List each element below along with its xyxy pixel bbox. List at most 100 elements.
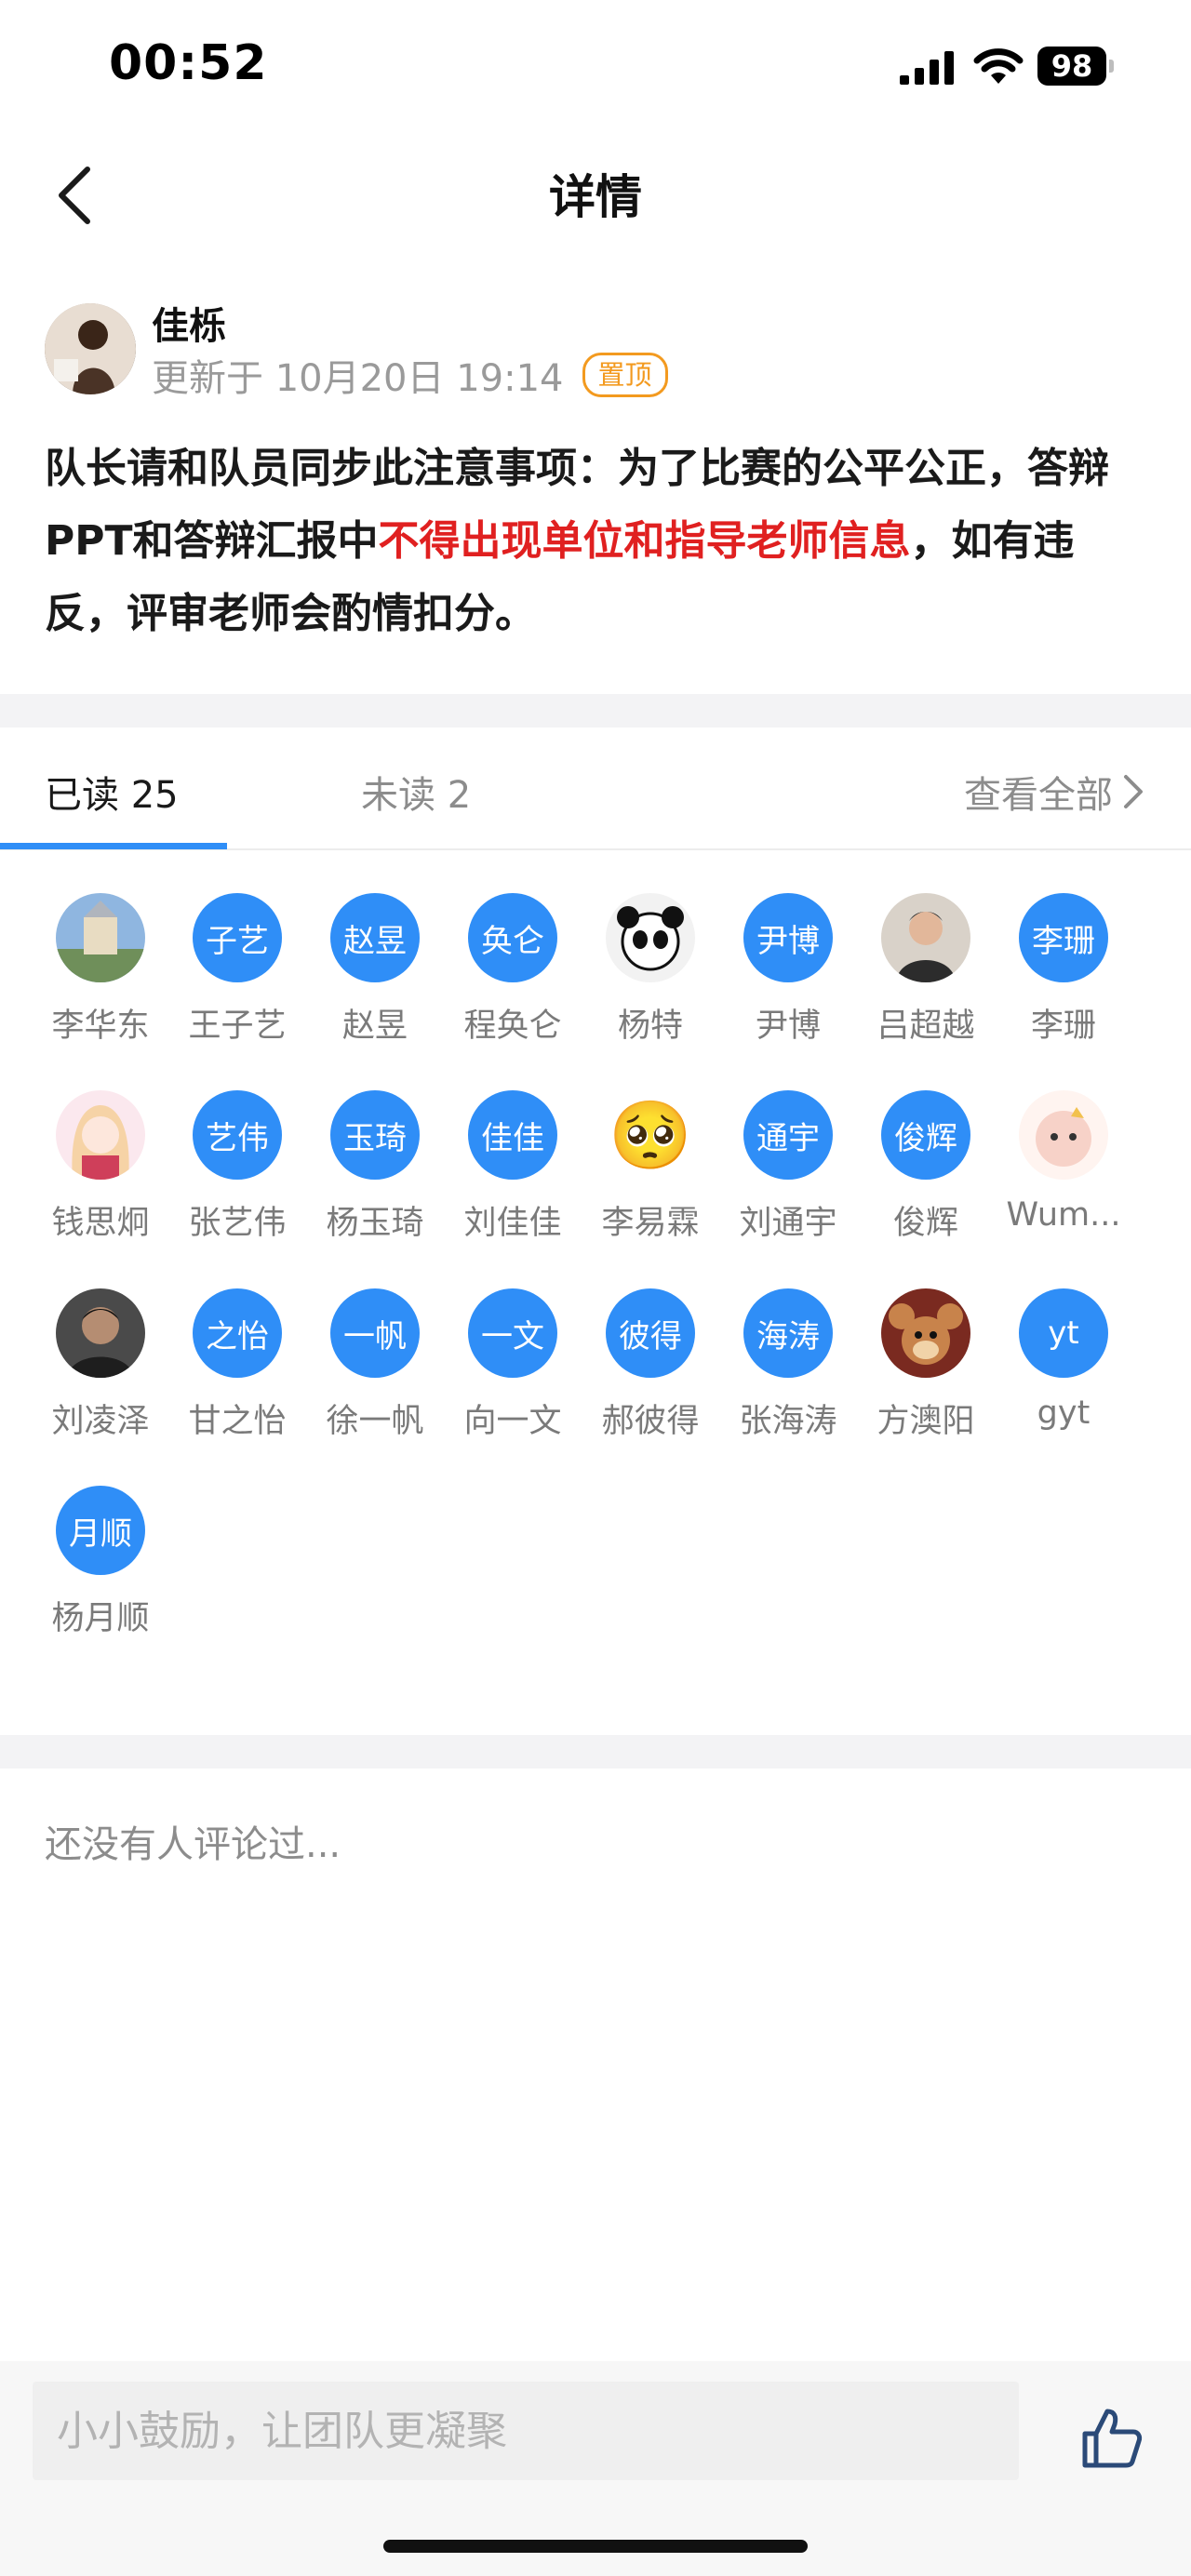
detail-page: 00:52 98 详情 佳栎 更新于 10月20日 19:14 置顶 队长请和队…: [0, 0, 1191, 2576]
status-bar: 00:52 98: [0, 0, 1191, 140]
member-item[interactable]: 李珊 李珊: [995, 893, 1132, 1070]
member-item[interactable]: 吕超越: [857, 893, 995, 1070]
tab-unread[interactable]: 未读 2: [361, 765, 471, 819]
member-name: 李易霖: [601, 1205, 700, 1242]
battery-icon: 98: [1037, 47, 1114, 86]
member-item[interactable]: 奂仑 程奂仑: [444, 893, 582, 1070]
member-name: 尹博: [755, 1008, 821, 1045]
bottom-bar: [0, 2361, 1191, 2576]
member-avatar: 🥺: [609, 1095, 692, 1174]
member-name: 杨月顺: [51, 1600, 150, 1637]
member-avatar: yt: [1019, 1288, 1108, 1378]
member-name: 张艺伟: [188, 1205, 287, 1242]
back-button[interactable]: [37, 158, 112, 233]
section-divider: [0, 694, 1191, 727]
member-avatar: 月顺: [56, 1486, 145, 1575]
member-avatar: 海涛: [743, 1288, 833, 1378]
member-name: 赵昱: [341, 1008, 408, 1045]
tab-indicator: [0, 843, 227, 849]
member-name: 李华东: [51, 1008, 150, 1045]
nav-bar: 详情: [0, 140, 1191, 247]
member-avatar: 通宇: [743, 1090, 833, 1180]
member-item[interactable]: 钱思炯: [32, 1090, 169, 1267]
author-photo: [45, 303, 136, 394]
member-name: 俊辉: [892, 1205, 958, 1242]
signal-icon: [900, 51, 954, 85]
member-item[interactable]: 佳佳 刘佳佳: [444, 1090, 582, 1267]
chevron-right-icon: [1124, 775, 1143, 808]
member-name: Wum...: [1006, 1196, 1121, 1234]
member-name: 郝彼得: [601, 1403, 700, 1440]
comment-input[interactable]: [33, 2382, 1019, 2480]
member-item[interactable]: 艺伟 张艺伟: [168, 1090, 306, 1267]
member-name: 方澳阳: [877, 1403, 975, 1440]
member-avatar: 玉琦: [330, 1090, 420, 1180]
pin-badge: 置顶: [582, 353, 668, 397]
page-title: 详情: [549, 170, 642, 224]
member-name: 杨玉琦: [326, 1205, 424, 1242]
member-item[interactable]: 刘凌泽: [32, 1288, 169, 1465]
empty-comments-text: 还没有人评论过...: [45, 1823, 341, 1866]
post-body: 队长请和队员同步此注意事项：为了比赛的公平公正，答辩PPT和答辩汇报中不得出现单…: [45, 433, 1152, 650]
member-item[interactable]: Wum...: [995, 1090, 1132, 1267]
member-avatar: 子艺: [193, 893, 282, 982]
member-avatar: 赵昱: [330, 893, 420, 982]
post-body-highlight: 不得出现单位和指导老师信息: [378, 517, 911, 565]
member-item[interactable]: 一帆 徐一帆: [306, 1288, 444, 1465]
member-item[interactable]: 之怡 甘之怡: [168, 1288, 306, 1465]
member-name: 徐一帆: [326, 1403, 424, 1440]
comment-divider: [0, 1735, 1191, 1768]
status-time: 00:52: [109, 35, 268, 91]
member-name: 刘佳佳: [463, 1205, 562, 1242]
member-name: 吕超越: [877, 1008, 975, 1045]
member-item[interactable]: 🥺 李易霖: [582, 1090, 719, 1267]
member-name: gyt: [1037, 1395, 1091, 1432]
battery-level: 98: [1037, 47, 1106, 86]
member-name: 李珊: [1030, 1008, 1096, 1045]
member-name: 刘通宇: [739, 1205, 837, 1242]
member-name: 向一文: [463, 1403, 562, 1440]
member-avatar: 艺伟: [193, 1090, 282, 1180]
member-item[interactable]: 彼得 郝彼得: [582, 1288, 719, 1465]
member-item[interactable]: 玉琦 杨玉琦: [306, 1090, 444, 1267]
member-name: 王子艺: [188, 1008, 287, 1045]
chevron-left-icon: [59, 167, 90, 224]
member-item[interactable]: 通宇 刘通宇: [719, 1090, 857, 1267]
home-indicator: [383, 2540, 808, 2553]
member-avatar: 佳佳: [468, 1090, 557, 1180]
like-button[interactable]: [1079, 2406, 1144, 2471]
member-avatar: 俊辉: [881, 1090, 970, 1180]
wifi-icon: [973, 48, 1024, 84]
member-item[interactable]: 俊辉 俊辉: [857, 1090, 995, 1267]
member-name: 程奂仑: [463, 1008, 562, 1045]
member-item[interactable]: 杨特: [582, 893, 719, 1070]
member-avatar: 之怡: [193, 1288, 282, 1378]
post-header: 佳栎 更新于 10月20日 19:14 置顶: [45, 296, 1152, 400]
member-item[interactable]: 海涛 张海涛: [719, 1288, 857, 1465]
member-item[interactable]: 方澳阳: [857, 1288, 995, 1465]
member-item[interactable]: 月顺 杨月顺: [32, 1486, 169, 1662]
member-avatar: [1019, 1090, 1108, 1180]
member-item[interactable]: 赵昱 赵昱: [306, 893, 444, 1070]
member-item[interactable]: 子艺 王子艺: [168, 893, 306, 1070]
member-name: 杨特: [617, 1008, 683, 1045]
member-avatar: 尹博: [743, 893, 833, 982]
member-avatar: [56, 893, 145, 982]
member-avatar: 一文: [468, 1288, 557, 1378]
member-avatar: 彼得: [606, 1288, 695, 1378]
view-all-label: 查看全部: [964, 774, 1113, 817]
member-avatar: [56, 1090, 145, 1180]
post-meta: 更新于 10月20日 19:14 置顶: [152, 348, 668, 402]
thumbs-up-icon: [1082, 2409, 1143, 2468]
member-item[interactable]: 李华东: [32, 893, 169, 1070]
member-item[interactable]: 一文 向一文: [444, 1288, 582, 1465]
member-item[interactable]: 尹博 尹博: [719, 893, 857, 1070]
tab-read[interactable]: 已读 25: [45, 765, 179, 819]
author-name: 佳栎: [152, 305, 226, 348]
view-all-button[interactable]: 查看全部: [964, 765, 1146, 819]
member-item[interactable]: yt gyt: [995, 1288, 1132, 1465]
member-name: 刘凌泽: [51, 1403, 150, 1440]
member-avatar: 奂仑: [468, 893, 557, 982]
read-status-tabs: 已读 25 未读 2 查看全部: [0, 727, 1191, 850]
author-avatar[interactable]: [45, 303, 136, 394]
